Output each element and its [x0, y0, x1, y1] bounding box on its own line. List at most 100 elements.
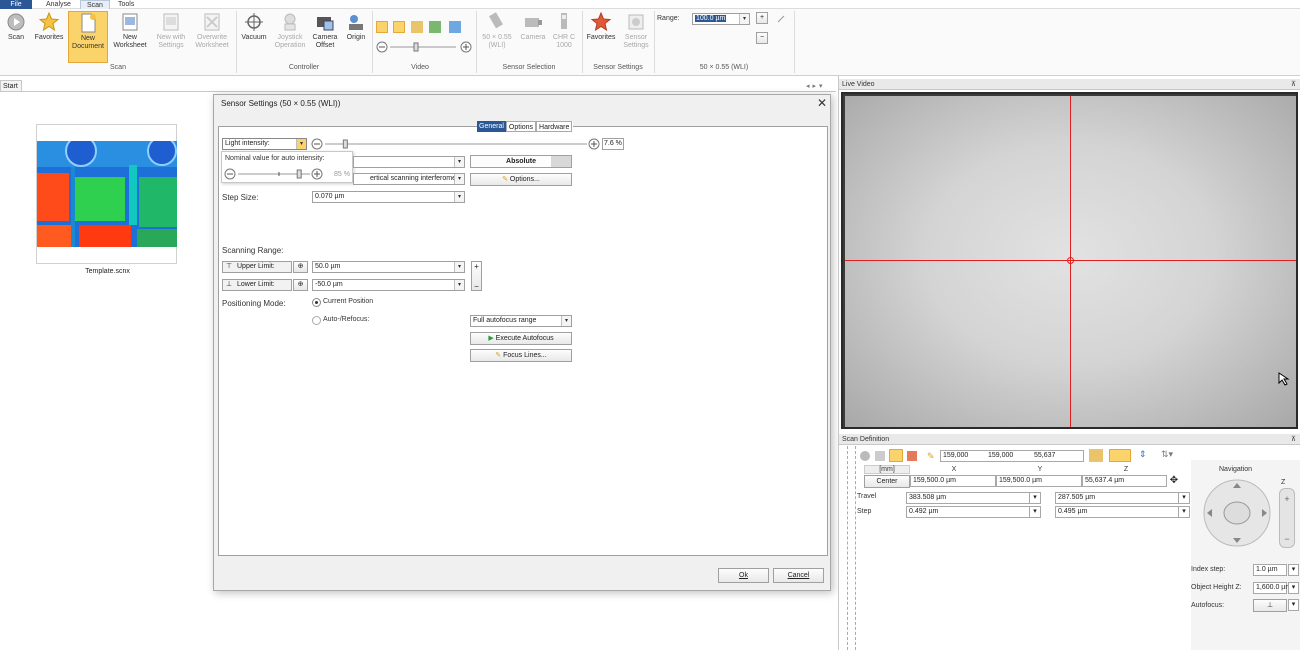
toolbar-x-value[interactable]: 159,000 — [940, 450, 986, 462]
chevron-down-icon[interactable]: ▾ — [1029, 492, 1041, 504]
pencil-icon[interactable]: ✎ — [927, 451, 937, 461]
step-x-value[interactable]: 0.492 µm — [906, 506, 1030, 518]
chevron-down-icon[interactable]: ▾ — [454, 174, 464, 184]
crosshair-icon[interactable] — [393, 21, 405, 33]
stage-icon[interactable] — [1089, 449, 1103, 462]
travel-x-value[interactable]: 383.508 µm — [906, 492, 1030, 504]
chevron-down-icon[interactable]: ▾ — [1029, 506, 1041, 518]
tab-hardware[interactable]: Hardware — [536, 121, 573, 132]
toolbar-y-value[interactable]: 159,000 — [986, 450, 1032, 462]
sensor-favorites-button[interactable]: Favorites — [584, 11, 618, 63]
range-increase-button[interactable]: + — [756, 12, 768, 24]
play-icon[interactable] — [860, 451, 870, 461]
joystick-operation-button[interactable]: Joystick Operation — [272, 11, 308, 63]
light-intensity-combo[interactable]: Light intensity: ▾ — [222, 138, 307, 150]
measurement-combo[interactable]: ▾ — [353, 156, 465, 168]
new-with-settings-button[interactable]: New with Settings — [152, 11, 190, 63]
tab-options[interactable]: Options — [505, 121, 537, 132]
autofocus-button[interactable]: ⊥ — [1253, 599, 1287, 612]
upper-limit-button[interactable]: ⊤ Upper Limit: — [222, 261, 292, 273]
chevron-down-icon[interactable]: ▾ — [454, 192, 464, 202]
upper-limit-combo[interactable]: 50.0 µm ▾ — [312, 261, 465, 273]
vacuum-button[interactable]: Vacuum — [238, 11, 270, 63]
video-mode-icon[interactable] — [429, 21, 441, 33]
range-decrease-button[interactable]: − — [756, 32, 768, 44]
center-button[interactable]: Center — [864, 475, 910, 488]
center-x-value[interactable]: 159,500.0 µm — [910, 475, 996, 487]
menu-analyse[interactable]: Analyse — [40, 0, 77, 9]
z-navigation-slider[interactable]: + − — [1279, 488, 1295, 548]
chevron-down-icon[interactable]: ▾ — [1288, 599, 1299, 611]
range-input[interactable]: 100.0 µm ▾ — [692, 13, 750, 25]
mode-combo[interactable]: ertical scanning interferometry ▾ — [353, 173, 465, 185]
travel-y-value[interactable]: 287.505 µm — [1055, 492, 1179, 504]
tab-scroll-controls[interactable]: ◂▸▾ — [806, 82, 826, 90]
index-step-value[interactable]: 1.0 µm — [1253, 564, 1287, 576]
move-to-center-icon[interactable]: ✥ — [1168, 475, 1180, 487]
step-y-value[interactable]: 0.495 µm — [1055, 506, 1179, 518]
autofocus-range-combo[interactable]: Full autofocus range ▾ — [470, 315, 572, 327]
pin-icon[interactable]: ⊼ — [1291, 79, 1296, 90]
sensor-settings-button[interactable]: Sensor Settings — [620, 11, 652, 63]
auto-refocus-radio[interactable] — [312, 316, 321, 325]
video-select-icon[interactable] — [376, 21, 388, 33]
chevron-down-icon[interactable]: ▾ — [454, 262, 464, 272]
chevron-down-icon[interactable]: ▾ — [1288, 564, 1299, 576]
scan-area-icon[interactable] — [875, 451, 885, 461]
chevron-down-icon[interactable]: ▾ — [454, 157, 464, 167]
menu-file[interactable]: File — [0, 0, 32, 9]
chr-c1000-button[interactable]: CHR C 1000 — [550, 11, 578, 63]
options-button[interactable]: ✎ Options... — [470, 173, 572, 186]
ok-button[interactable]: Ok — [718, 568, 769, 583]
absolute-toggle[interactable]: Absolute — [470, 155, 572, 168]
auto-intensity-slider[interactable] — [224, 168, 324, 180]
tab-general[interactable]: General — [477, 121, 506, 132]
lower-limit-combo[interactable]: -50.0 µm ▾ — [312, 279, 465, 291]
chevron-down-icon[interactable]: ▾ — [454, 280, 464, 290]
chevron-down-icon[interactable]: ▾ — [296, 139, 306, 149]
crosshair-target-icon[interactable]: ⊕ — [293, 279, 308, 291]
toolbar-z-value[interactable]: 55,637 — [1032, 450, 1084, 462]
chevron-down-icon[interactable]: ▾ — [1178, 492, 1190, 504]
center-y-value[interactable]: 159,500.0 µm — [996, 475, 1082, 487]
execute-autofocus-button[interactable]: ▶ Execute Autofocus — [470, 332, 572, 345]
chevron-down-icon[interactable]: ▾ — [1288, 582, 1299, 594]
favorites-button[interactable]: Favorites — [30, 11, 68, 63]
new-worksheet-button[interactable]: New Worksheet — [110, 11, 150, 63]
step-size-combo[interactable]: 0.070 µm ▾ — [312, 191, 465, 203]
live-video-view[interactable] — [841, 92, 1298, 429]
light-intensity-value[interactable]: 7.6 % — [602, 138, 624, 150]
lower-limit-button[interactable]: ⊥ Lower Limit: — [222, 279, 292, 291]
chevron-down-icon[interactable]: ▾ — [1178, 506, 1190, 518]
video-export-icon[interactable] — [449, 21, 461, 33]
new-document-button[interactable]: New Document — [68, 11, 108, 63]
xy-navigation-pad[interactable] — [1197, 478, 1277, 548]
focus-lines-button[interactable]: ✎ Focus Lines... — [470, 349, 572, 362]
scan-button[interactable]: Scan — [4, 11, 28, 63]
pin-icon[interactable] — [776, 14, 786, 24]
camera-offset-button[interactable]: Camera Offset — [309, 11, 341, 63]
light-intensity-slider[interactable] — [311, 138, 601, 150]
move-mode-icon[interactable] — [1109, 449, 1131, 462]
video-brightness-slider[interactable] — [376, 41, 472, 53]
snapshot-icon[interactable] — [411, 21, 423, 33]
chevron-down-icon[interactable]: ▾ — [739, 14, 749, 24]
pin-icon[interactable]: ⊼ — [1291, 434, 1296, 445]
delete-area-icon[interactable] — [907, 451, 917, 461]
z-move-icon[interactable]: ⇕ — [1139, 449, 1151, 462]
crosshair-target-icon[interactable]: ⊕ — [293, 261, 308, 273]
cancel-button[interactable]: Cancel — [773, 568, 824, 583]
menu-tools[interactable]: Tools — [112, 0, 140, 9]
center-z-value[interactable]: 55,637.4 µm — [1082, 475, 1167, 487]
select-area-icon[interactable] — [889, 449, 903, 462]
overwrite-worksheet-button[interactable]: Overwrite Worksheet — [192, 11, 232, 63]
camera-button[interactable]: Camera — [518, 11, 548, 63]
sort-icon[interactable]: ⇅▾ — [1161, 449, 1181, 462]
template-thumbnail[interactable]: Template.scnx — [36, 124, 177, 275]
object-height-value[interactable]: 1,600.0 µm — [1253, 582, 1291, 594]
menu-scan[interactable]: Scan — [80, 0, 110, 9]
close-icon[interactable]: ✕ — [817, 96, 827, 110]
current-position-radio[interactable] — [312, 298, 321, 307]
chevron-down-icon[interactable]: ▾ — [561, 316, 571, 326]
range-spin-control[interactable]: + − — [471, 261, 482, 291]
